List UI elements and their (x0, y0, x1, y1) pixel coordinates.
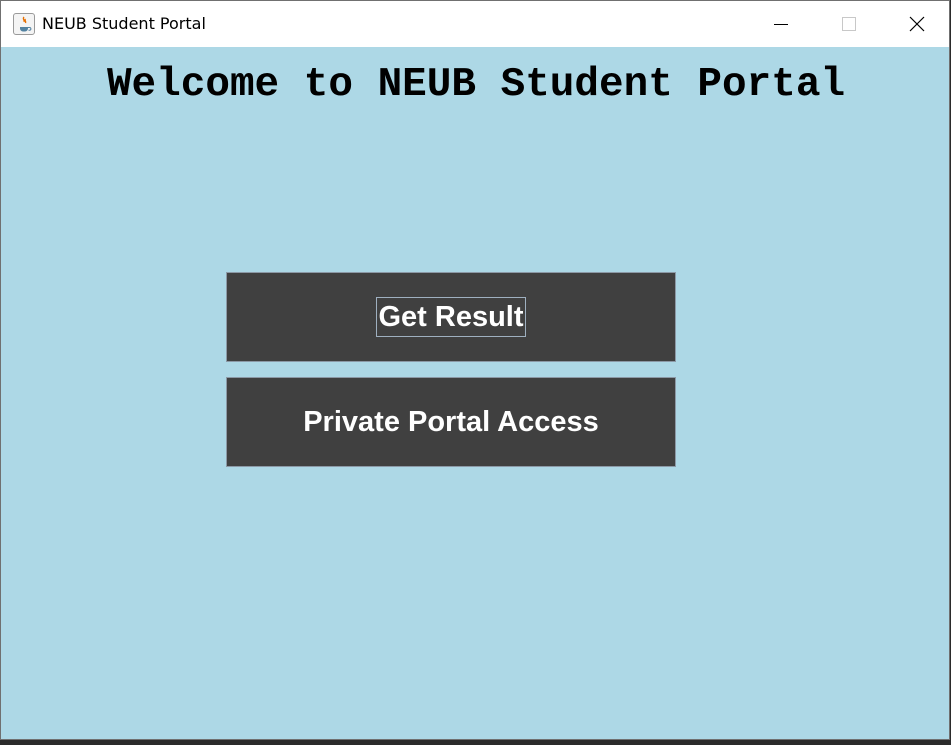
private-portal-access-label: Private Portal Access (303, 405, 599, 438)
close-icon (909, 16, 925, 32)
close-button[interactable] (883, 1, 949, 47)
app-window: NEUB Student Portal Welcome to NEUB Stud… (0, 0, 950, 740)
welcome-heading: Welcome to NEUB Student Portal (106, 62, 846, 108)
taskbar-edge (0, 740, 951, 745)
get-result-button[interactable]: Get Result (226, 272, 676, 362)
maximize-icon (842, 17, 856, 31)
title-bar[interactable]: NEUB Student Portal (1, 1, 949, 47)
private-portal-access-button[interactable]: Private Portal Access (226, 377, 676, 467)
minimize-icon (774, 24, 788, 25)
java-app-icon[interactable] (13, 13, 35, 35)
get-result-label: Get Result (376, 297, 526, 337)
maximize-button[interactable] (815, 1, 883, 47)
minimize-button[interactable] (747, 1, 815, 47)
window-title: NEUB Student Portal (42, 14, 206, 33)
